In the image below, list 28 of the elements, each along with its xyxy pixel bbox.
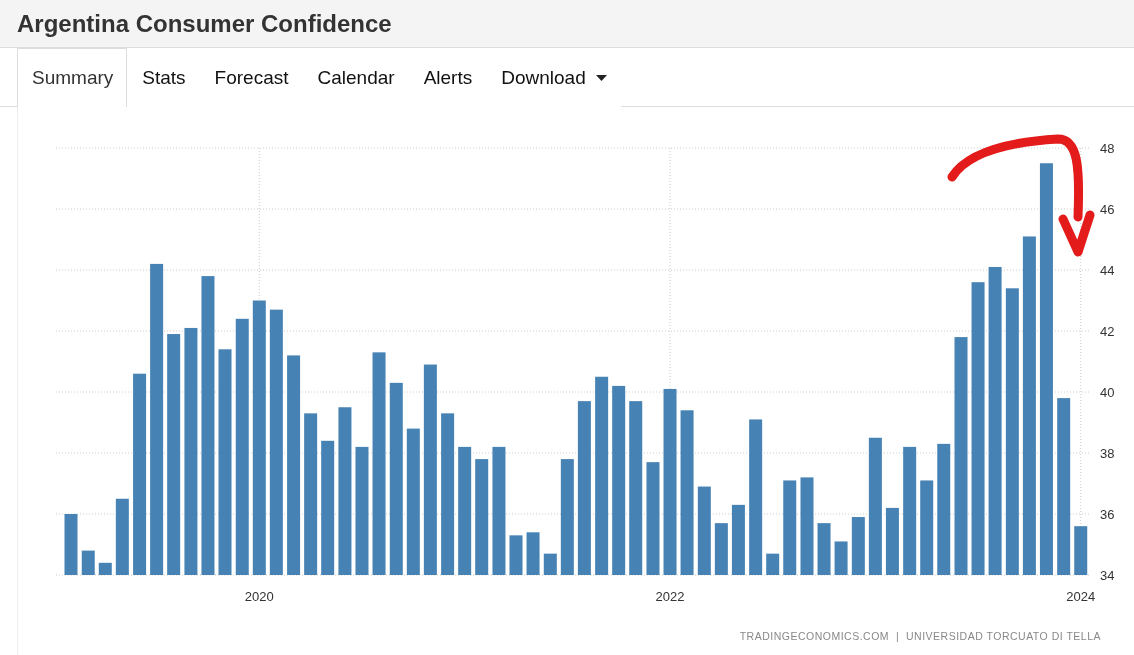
bar xyxy=(81,550,95,575)
x-axis-label: 2022 xyxy=(655,589,685,604)
bar xyxy=(543,553,557,575)
bar xyxy=(834,541,848,575)
bar xyxy=(731,504,745,575)
y-axis-label: 44 xyxy=(1100,263,1115,278)
y-axis-label: 48 xyxy=(1100,141,1115,156)
x-axis-label: 2024 xyxy=(1066,589,1096,604)
bar xyxy=(885,507,899,575)
y-axis-label: 40 xyxy=(1100,385,1115,400)
y-axis-label: 38 xyxy=(1100,446,1115,461)
page-title: Argentina Consumer Confidence xyxy=(17,9,392,38)
bar xyxy=(766,553,780,575)
bar xyxy=(714,523,728,575)
source-credit: TRADINGECONOMICS.COM | UNIVERSIDAD TORCUATO DI TELLA xyxy=(739,630,1101,642)
bar xyxy=(509,535,523,575)
y-axis-label: 36 xyxy=(1100,507,1115,522)
bar xyxy=(1074,526,1088,575)
y-axis-label: 46 xyxy=(1100,202,1115,217)
bar xyxy=(526,532,540,575)
y-axis-label: 34 xyxy=(1100,568,1115,583)
bar xyxy=(851,517,865,575)
bar xyxy=(98,562,112,575)
bar xyxy=(817,523,831,575)
bar xyxy=(64,514,78,575)
tab[interactable]: Summary xyxy=(17,48,128,107)
y-axis-label: 42 xyxy=(1100,324,1115,339)
x-axis-label: 2020 xyxy=(244,589,274,604)
